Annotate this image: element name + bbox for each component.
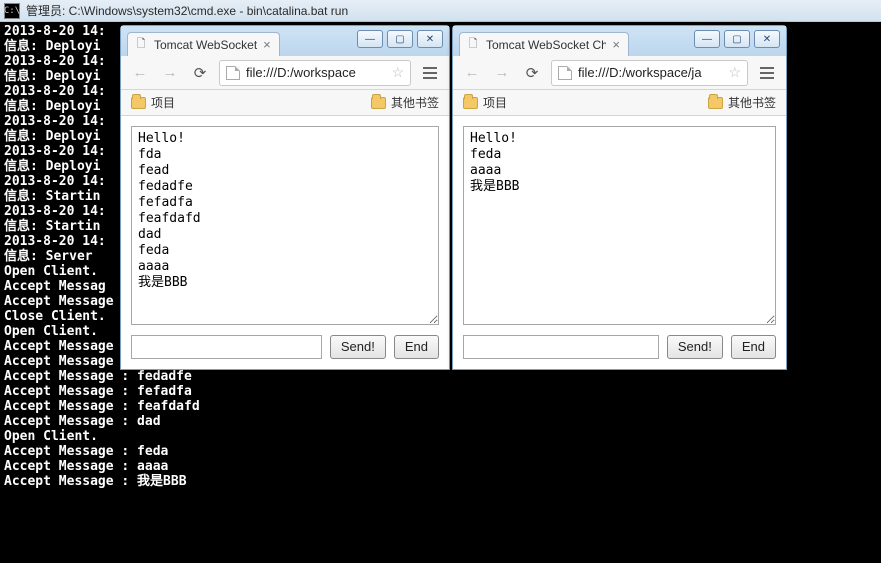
maximize-button[interactable]: ▢ <box>724 30 750 48</box>
bookmark-star-icon[interactable]: ☆ <box>728 64 741 81</box>
menu-button[interactable] <box>756 62 778 84</box>
chrome-window-2: 🗋 Tomcat WebSocket Cha × — ▢ ✕ ← → ⟳ fil… <box>452 25 787 370</box>
chat-log-textarea[interactable]: Hello! feda aaaa 我是BBB <box>463 126 776 325</box>
send-button[interactable]: Send! <box>667 335 723 359</box>
bookmarks-bar: 项目 其他书签 <box>121 90 449 116</box>
message-input[interactable] <box>131 335 322 359</box>
page-icon <box>558 66 572 80</box>
page-content: Hello! fda fead fedadfe fefadfa feafdafd… <box>121 116 449 369</box>
tab-close-icon[interactable]: × <box>263 37 271 52</box>
minimize-button[interactable]: — <box>694 30 720 48</box>
browser-toolbar: ← → ⟳ file:///D:/workspace/ja ☆ <box>453 56 786 90</box>
folder-icon <box>463 97 478 109</box>
tab-favicon: 🗋 <box>134 38 148 52</box>
cmd-titlebar: C:\ 管理员: C:\Windows\system32\cmd.exe - b… <box>0 0 881 22</box>
url-text: file:///D:/workspace <box>246 65 356 80</box>
folder-icon <box>371 97 386 109</box>
folder-icon <box>131 97 146 109</box>
end-button[interactable]: End <box>394 335 439 359</box>
bookmark-label: 项目 <box>151 94 175 111</box>
folder-icon <box>708 97 723 109</box>
bookmark-folder-left[interactable]: 项目 <box>463 94 507 111</box>
tab-title: Tomcat WebSocket Cha <box>486 38 606 52</box>
page-content: Hello! feda aaaa 我是BBB Send! End <box>453 116 786 369</box>
url-bar[interactable]: file:///D:/workspace ☆ <box>219 60 411 86</box>
chrome-window-1: 🗋 Tomcat WebSocket × — ▢ ✕ ← → ⟳ file://… <box>120 25 450 370</box>
end-button[interactable]: End <box>731 335 776 359</box>
cmd-title-text: 管理员: C:\Windows\system32\cmd.exe - bin\c… <box>26 2 348 19</box>
bookmark-label: 其他书签 <box>728 94 776 111</box>
browser-tab[interactable]: 🗋 Tomcat WebSocket × <box>127 32 280 56</box>
window-titlebar[interactable]: 🗋 Tomcat WebSocket × — ▢ ✕ <box>121 26 449 56</box>
send-button[interactable]: Send! <box>330 335 386 359</box>
bookmark-folder-right[interactable]: 其他书签 <box>371 94 439 111</box>
bookmark-label: 其他书签 <box>391 94 439 111</box>
bookmark-folder-left[interactable]: 项目 <box>131 94 175 111</box>
reload-button[interactable]: ⟳ <box>521 62 543 84</box>
cmd-icon: C:\ <box>4 3 20 19</box>
message-input[interactable] <box>463 335 659 359</box>
chat-log-textarea[interactable]: Hello! fda fead fedadfe fefadfa feafdafd… <box>131 126 439 325</box>
url-text: file:///D:/workspace/ja <box>578 65 702 80</box>
page-icon <box>226 66 240 80</box>
tab-title: Tomcat WebSocket <box>154 38 257 52</box>
bookmark-label: 项目 <box>483 94 507 111</box>
url-bar[interactable]: file:///D:/workspace/ja ☆ <box>551 60 748 86</box>
menu-button[interactable] <box>419 62 441 84</box>
close-button[interactable]: ✕ <box>417 30 443 48</box>
tab-close-icon[interactable]: × <box>612 37 620 52</box>
minimize-button[interactable]: — <box>357 30 383 48</box>
maximize-button[interactable]: ▢ <box>387 30 413 48</box>
bookmark-folder-right[interactable]: 其他书签 <box>708 94 776 111</box>
tab-favicon: 🗋 <box>466 38 480 52</box>
bookmark-star-icon[interactable]: ☆ <box>391 64 404 81</box>
back-button[interactable]: ← <box>129 62 151 84</box>
reload-button[interactable]: ⟳ <box>189 62 211 84</box>
forward-button[interactable]: → <box>159 62 181 84</box>
forward-button[interactable]: → <box>491 62 513 84</box>
window-titlebar[interactable]: 🗋 Tomcat WebSocket Cha × — ▢ ✕ <box>453 26 786 56</box>
back-button[interactable]: ← <box>461 62 483 84</box>
browser-toolbar: ← → ⟳ file:///D:/workspace ☆ <box>121 56 449 90</box>
close-button[interactable]: ✕ <box>754 30 780 48</box>
browser-tab[interactable]: 🗋 Tomcat WebSocket Cha × <box>459 32 629 56</box>
bookmarks-bar: 项目 其他书签 <box>453 90 786 116</box>
